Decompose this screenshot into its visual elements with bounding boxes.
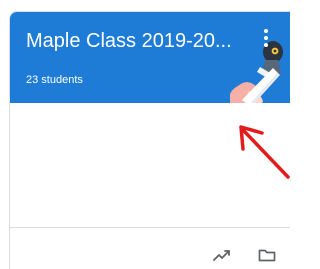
class-card-header[interactable]: Maple Class 2019-20... 23 students: [10, 12, 290, 103]
class-card-body: [10, 103, 290, 227]
student-count: 23 students: [26, 74, 83, 86]
trending-up-icon[interactable]: [212, 245, 232, 265]
folder-icon[interactable]: [257, 245, 277, 265]
kebab-dot: [264, 29, 268, 33]
kebab-dot: [264, 43, 268, 47]
kebab-dot: [264, 36, 268, 40]
more-options-icon[interactable]: [259, 26, 273, 50]
class-title[interactable]: Maple Class 2019-20...: [26, 29, 241, 53]
class-card-footer: [10, 227, 290, 269]
class-card[interactable]: Maple Class 2019-20... 23 students: [9, 11, 290, 269]
screenshot-stage: Maple Class 2019-20... 23 students: [0, 0, 290, 269]
